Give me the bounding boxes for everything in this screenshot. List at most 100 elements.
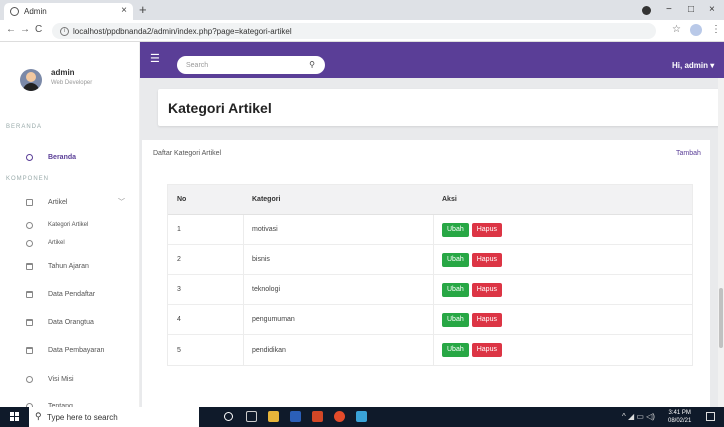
avatar	[20, 69, 42, 91]
edit-button[interactable]: Ubah	[442, 343, 469, 357]
taskbar-search-input[interactable]: ⚲ Type here to search	[29, 407, 199, 427]
card-title: Daftar Kategori Artikel	[153, 150, 222, 157]
edit-button[interactable]: Ubah	[442, 252, 469, 267]
minimize-button[interactable]: −	[666, 4, 672, 15]
new-tab-button[interactable]: +	[139, 2, 147, 17]
sidebar-item-label: Data Pembayaran	[48, 346, 105, 354]
address-bar-row: ← → C i localhost/ppdbnanda2/admin/index…	[0, 20, 724, 42]
menu-kebab-icon[interactable]: ⋮	[711, 24, 721, 35]
url-bar[interactable]: i localhost/ppdbnanda2/admin/index.php?p…	[52, 23, 656, 39]
sidebar-item-label: Visi Misi	[48, 375, 74, 383]
sidebar-item-artikel[interactable]: Artikel ﹀	[0, 192, 140, 212]
forward-button[interactable]: →	[20, 24, 30, 35]
edit-button[interactable]: Ubah	[442, 312, 469, 327]
calendar-icon	[26, 290, 33, 298]
tab-title: Admin	[24, 7, 47, 16]
sidebar-item-tahun-ajaran[interactable]: Tahun Ajaran	[0, 256, 140, 276]
sidebar-item-label: Tahun Ajaran	[48, 262, 89, 270]
dashboard-icon	[26, 153, 33, 161]
task-view-icon[interactable]	[246, 411, 257, 422]
clock-date: 08/02/21	[668, 418, 692, 424]
table-row: 2 bisnis Ubah Hapus	[168, 245, 692, 275]
column-header-no: No	[177, 196, 187, 203]
sidebar-item-beranda[interactable]: Beranda	[0, 147, 140, 167]
sidebar-item-data-orangtua[interactable]: Data Orangtua	[0, 312, 140, 332]
taskbar-clock[interactable]: 3:41 PM 08/02/21	[668, 409, 691, 425]
section-komponen: KOMPONEN	[6, 176, 50, 182]
taskbar-search-placeholder: Type here to search	[47, 412, 118, 422]
sidebar-item-data-pembayaran[interactable]: Data Pembayaran	[0, 340, 140, 360]
delete-button[interactable]: Hapus	[471, 343, 502, 357]
sidebar-item-artikel-sub[interactable]: Artikel	[0, 233, 140, 253]
word-icon[interactable]	[290, 411, 301, 422]
delete-button[interactable]: Hapus	[471, 282, 502, 297]
user-menu-dropdown[interactable]: Hi, admin ▾	[672, 61, 714, 70]
delete-button[interactable]: Hapus	[471, 312, 502, 327]
sidebar-item-label: Kategori Artikel	[48, 222, 89, 228]
row-kategori: bisnis	[252, 256, 270, 263]
search-placeholder: Search	[186, 61, 209, 69]
info-icon[interactable]: i	[60, 26, 69, 36]
row-no: 5	[177, 346, 181, 354]
delete-button[interactable]: Hapus	[471, 222, 502, 237]
maximize-button[interactable]: □	[688, 4, 694, 15]
back-button[interactable]: ←	[6, 24, 16, 35]
calendar-icon	[26, 262, 33, 270]
search-input[interactable]: Search ⚲	[177, 56, 325, 74]
windows-start-icon[interactable]	[10, 412, 20, 422]
tray-icons[interactable]: ^ ◢ ▭ ◁)	[622, 412, 655, 421]
hamburger-menu-icon[interactable]: ☰	[150, 54, 160, 65]
table-header: No Kategori Aksi	[168, 185, 692, 215]
table-row: 5 pendidikan Ubah Hapus	[168, 335, 692, 365]
app-icon[interactable]	[356, 411, 367, 422]
table-row: 4 pengumuman Ubah Hapus	[168, 305, 692, 335]
chevron-down-icon: ﹀	[118, 199, 125, 206]
row-no: 1	[177, 226, 181, 233]
delete-button[interactable]: Hapus	[471, 252, 502, 267]
clock-time: 3:41 PM	[668, 410, 691, 416]
row-kategori: pengumuman	[252, 316, 295, 323]
calendar-icon	[26, 346, 33, 354]
powerpoint-icon[interactable]	[312, 411, 323, 422]
record-icon[interactable]	[642, 6, 651, 15]
row-kategori: pendidikan	[252, 346, 286, 354]
page-scrollbar[interactable]	[718, 78, 724, 407]
page-header: Kategori Artikel	[158, 89, 724, 126]
scrollbar-thumb[interactable]	[719, 288, 723, 348]
add-category-link[interactable]: Tambah	[676, 150, 701, 157]
edit-button[interactable]: Ubah	[442, 282, 469, 297]
profile-icon[interactable]	[690, 24, 702, 36]
bookmark-star-icon[interactable]: ☆	[672, 24, 681, 35]
search-icon: ⚲	[35, 411, 42, 421]
notification-icon[interactable]	[706, 412, 715, 421]
sidebar-item-label: Artikel	[48, 198, 68, 206]
row-actions: Ubah Hapus	[442, 275, 505, 304]
sidebar-item-kategori-artikel[interactable]: Kategori Artikel	[0, 215, 140, 235]
row-kategori: motivasi	[252, 226, 278, 233]
file-explorer-icon[interactable]	[268, 411, 279, 422]
sidebar-item-data-pendaftar[interactable]: Data Pendaftar	[0, 284, 140, 304]
row-actions: Ubah Hapus	[442, 305, 505, 334]
close-window-button[interactable]: ×	[709, 4, 715, 15]
reload-button[interactable]: C	[35, 24, 42, 35]
table-row: 3 teknologi Ubah Hapus	[168, 275, 692, 305]
chrome-icon[interactable]	[334, 411, 345, 422]
sidebar-item-visi-misi[interactable]: Visi Misi	[0, 369, 140, 389]
globe-icon	[10, 7, 19, 16]
sidebar-item-label: Beranda	[48, 153, 77, 161]
row-actions: Ubah Hapus	[442, 335, 505, 365]
sidebar-item-label: Artikel	[48, 240, 65, 246]
browser-tab[interactable]: Admin ×	[4, 3, 133, 20]
calendar-icon	[26, 318, 33, 326]
cortana-icon[interactable]	[224, 412, 233, 421]
user-name: admin	[51, 68, 75, 77]
sidebar-item-label: Data Orangtua	[48, 318, 94, 326]
edit-button[interactable]: Ubah	[442, 222, 469, 237]
page-title: Kategori Artikel	[168, 100, 272, 116]
location-pin-icon	[26, 375, 33, 383]
folder-icon	[26, 198, 33, 206]
user-role: Web Developer	[51, 80, 93, 86]
search-icon[interactable]: ⚲	[309, 60, 315, 69]
row-no: 2	[177, 256, 181, 263]
tab-close-button[interactable]: ×	[121, 5, 127, 16]
